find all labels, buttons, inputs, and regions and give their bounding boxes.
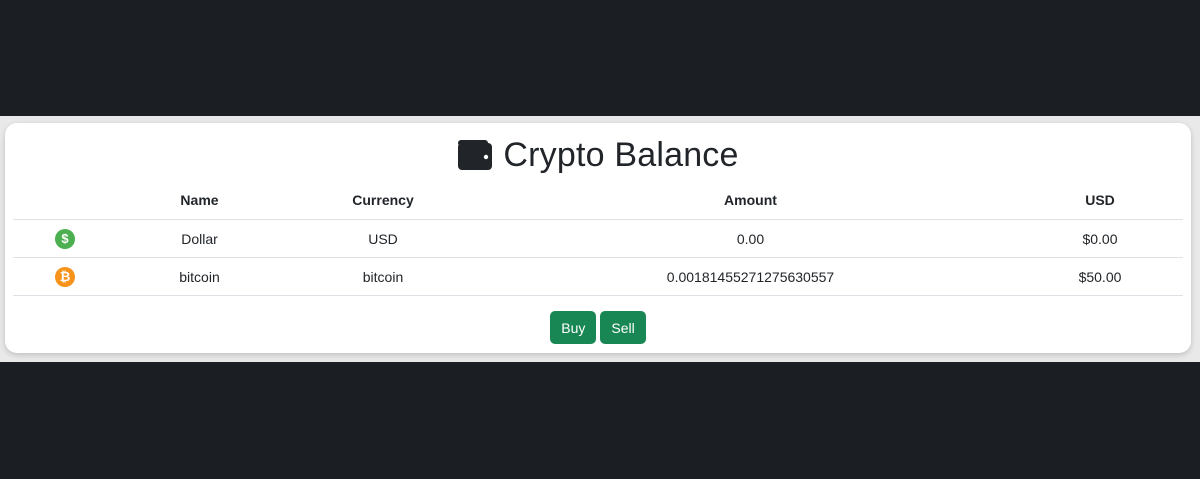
- row-amount: 0.00: [484, 219, 1017, 258]
- balance-table: Name Currency Amount USD $ Dollar USD 0.…: [13, 181, 1183, 296]
- row-usd: $0.00: [1017, 219, 1183, 258]
- buy-button[interactable]: Buy: [550, 311, 597, 344]
- table-row: ₿ bitcoin bitcoin 0.00181455271275630557…: [13, 257, 1183, 296]
- row-icon-cell: $: [13, 219, 117, 258]
- sell-button[interactable]: Sell: [600, 311, 646, 344]
- row-icon-cell: ₿: [13, 257, 117, 296]
- page-title: Crypto Balance: [5, 133, 1191, 177]
- row-name: Dollar: [117, 219, 282, 258]
- dollar-coin-icon: $: [55, 228, 75, 249]
- header-currency: Currency: [282, 181, 484, 220]
- table-row: $ Dollar USD 0.00 $0.00: [13, 219, 1183, 258]
- bitcoin-coin-icon: ₿: [55, 266, 75, 287]
- row-currency: bitcoin: [282, 257, 484, 296]
- balance-card: Crypto Balance Name Currency Amount USD …: [5, 123, 1191, 353]
- row-amount: 0.00181455271275630557: [484, 257, 1017, 296]
- header-icon: [13, 181, 117, 220]
- row-name: bitcoin: [117, 257, 282, 296]
- table-header-row: Name Currency Amount USD: [13, 181, 1183, 220]
- row-currency: USD: [282, 219, 484, 258]
- header-amount: Amount: [484, 181, 1017, 220]
- wallet-icon: [457, 139, 493, 171]
- header-name: Name: [117, 181, 282, 220]
- header-usd: USD: [1017, 181, 1183, 220]
- page-title-text: Crypto Balance: [503, 135, 739, 174]
- action-buttons: Buy Sell: [5, 311, 1191, 344]
- row-usd: $50.00: [1017, 257, 1183, 296]
